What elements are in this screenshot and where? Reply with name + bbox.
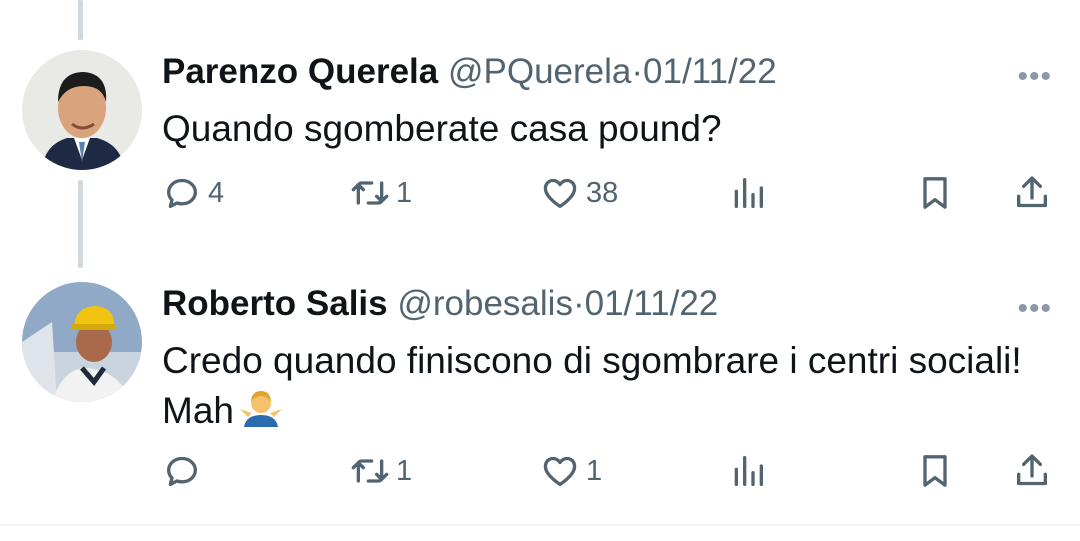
reply-button[interactable] <box>162 446 208 496</box>
more-icon[interactable]: ••• <box>1017 60 1052 94</box>
retweet-count: 1 <box>396 454 413 487</box>
share-icon <box>1017 454 1047 486</box>
separator-dot: · <box>631 52 644 91</box>
like-count: 38 <box>586 176 619 209</box>
share-icon <box>1017 176 1047 208</box>
bookmark-icon <box>923 455 947 487</box>
reply-icon <box>167 178 197 208</box>
views-button[interactable] <box>728 446 768 496</box>
like-button[interactable]: 38 <box>540 168 618 218</box>
bookmark-button[interactable] <box>915 446 955 496</box>
person-shrugging-emoji <box>238 387 284 442</box>
bookmark-button[interactable] <box>915 168 955 218</box>
views-icon <box>734 178 763 208</box>
tweet[interactable]: Roberto Salis @robesalis·01/11/22 ••• Cr… <box>0 272 1080 526</box>
views-icon <box>734 456 763 486</box>
author-handle[interactable]: @robesalis <box>397 284 573 323</box>
tweet-actions: 4 1 38 <box>162 168 1062 218</box>
bookmark-icon <box>923 177 947 209</box>
tweet-text: Quando sgomberate casa pound? <box>162 108 722 149</box>
retweet-count: 1 <box>396 176 413 209</box>
separator-dot: · <box>572 284 585 323</box>
tweet-date[interactable]: 01/11/22 <box>585 284 719 323</box>
share-button[interactable] <box>1012 446 1052 496</box>
more-icon[interactable]: ••• <box>1017 292 1052 326</box>
retweet-button[interactable]: 1 <box>350 446 412 496</box>
thread-line <box>78 0 83 40</box>
heart-icon <box>543 178 577 208</box>
tweet-text: Credo quando finiscono di sgombrare i ce… <box>162 336 1022 442</box>
author-name[interactable]: Parenzo Querela <box>162 52 438 91</box>
avatar[interactable] <box>22 50 142 170</box>
reply-icon <box>167 456 197 486</box>
heart-icon <box>543 456 577 486</box>
divider <box>0 524 1080 526</box>
share-button[interactable] <box>1012 168 1052 218</box>
retweet-button[interactable]: 1 <box>350 168 412 218</box>
tweet-text-content: Credo quando finiscono di sgombrare i ce… <box>162 340 1022 431</box>
views-button[interactable] <box>728 168 768 218</box>
tweet-date[interactable]: 01/11/22 <box>643 52 777 91</box>
author-name[interactable]: Roberto Salis <box>162 284 388 323</box>
tweet-header: Parenzo Querela @PQuerela·01/11/22 <box>162 50 777 94</box>
tweet-actions: 1 1 <box>162 446 1062 496</box>
avatar[interactable] <box>22 282 142 402</box>
thread-line <box>78 180 83 268</box>
retweet-icon <box>351 181 389 205</box>
like-button[interactable]: 1 <box>540 446 602 496</box>
author-handle[interactable]: @PQuerela <box>448 52 631 91</box>
like-count: 1 <box>586 454 603 487</box>
retweet-icon <box>351 459 389 483</box>
tweet-header: Roberto Salis @robesalis·01/11/22 <box>162 282 718 326</box>
reply-button[interactable]: 4 <box>162 168 224 218</box>
reply-count: 4 <box>208 176 225 209</box>
tweet[interactable]: Parenzo Querela @PQuerela·01/11/22 ••• Q… <box>0 40 1080 272</box>
